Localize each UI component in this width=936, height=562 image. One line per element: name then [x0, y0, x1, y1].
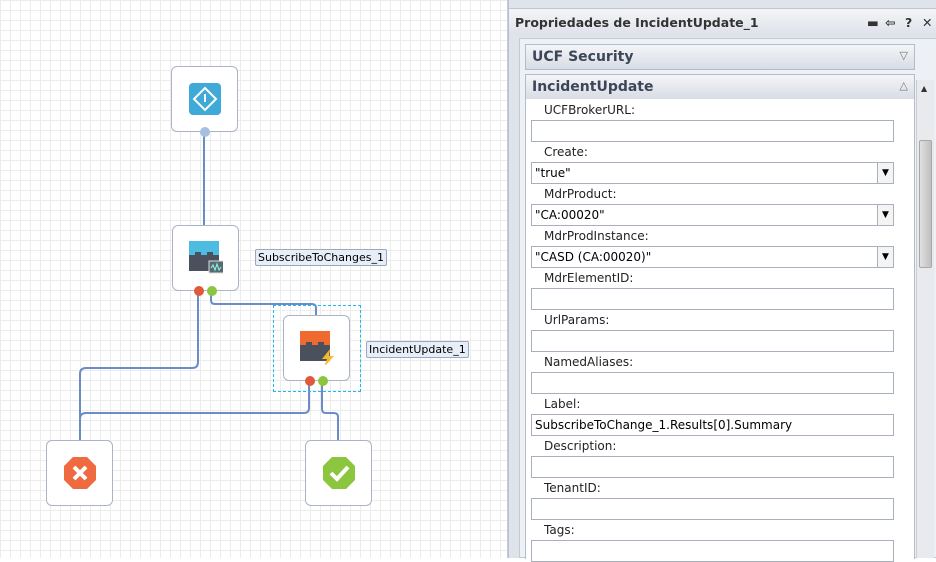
- field-label-urlparams: UrlParams:: [544, 313, 610, 327]
- field-label-mdrelementid: MdrElementID:: [544, 271, 634, 285]
- subscribe-operator-icon: [189, 241, 223, 274]
- output-port[interactable]: [200, 127, 210, 137]
- panel-title: Propriedades de IncidentUpdate_1: [515, 15, 759, 30]
- field-value: SubscribeToChange_1.Results[0].Summary: [535, 418, 793, 432]
- mdrproduct-select[interactable]: "CA:00020" ▼: [531, 204, 894, 226]
- wire-subscribe-fail: [79, 292, 199, 440]
- create-select[interactable]: "true" ▼: [531, 162, 894, 184]
- update-operator-icon: [300, 331, 334, 365]
- field-label-namedaliases: NamedAliases:: [544, 355, 634, 369]
- help-icon[interactable]: ?: [905, 15, 912, 30]
- failure-stop-node[interactable]: [46, 440, 113, 506]
- subscribe-node[interactable]: [172, 225, 239, 296]
- field-label-tags: Tags:: [544, 523, 575, 537]
- field-value: "CASD (CA:00020)": [535, 250, 652, 264]
- mdrelementid-input[interactable]: [531, 288, 894, 310]
- close-icon[interactable]: ✕: [922, 15, 932, 30]
- urlparams-input[interactable]: [531, 330, 894, 352]
- field-label-mdrprodinstance: MdrProdInstance:: [544, 229, 649, 243]
- scroll-up-icon[interactable]: ▲: [921, 84, 927, 93]
- field-label-create: Create:: [544, 145, 588, 159]
- mdrprodinstance-select[interactable]: "CASD (CA:00020)" ▼: [531, 246, 894, 268]
- incident-update-node[interactable]: [283, 315, 350, 386]
- panel-title-bar: Propriedades de IncidentUpdate_1 ▬ ⇦ ? ✕: [509, 8, 936, 36]
- section-ucf-security[interactable]: UCF Security ▽: [525, 44, 915, 70]
- label-input[interactable]: SubscribeToChange_1.Results[0].Summary: [531, 414, 894, 436]
- chevron-down-icon: ▽: [899, 49, 908, 62]
- incident-update-form: UCFBrokerURL: Create: "true" ▼ MdrProduct: "C…: [525, 99, 915, 562]
- node-label: SubscribeToChanges_1: [255, 249, 387, 266]
- chevron-up-icon: △: [899, 79, 908, 92]
- success-port[interactable]: [207, 286, 217, 296]
- success-port[interactable]: [318, 376, 328, 386]
- namedaliases-input[interactable]: [531, 372, 894, 394]
- dropdown-arrow-icon[interactable]: ▼: [877, 247, 893, 267]
- pin-icon[interactable]: ⇦: [885, 15, 895, 30]
- panel-body: UCF Security ▽ IncidentUpdate △ UCFBrokerU…: [519, 38, 936, 562]
- section-incident-update[interactable]: IncidentUpdate △: [525, 74, 915, 100]
- start-node[interactable]: [171, 66, 238, 137]
- field-value: "CA:00020": [535, 208, 605, 222]
- minimize-icon[interactable]: ▬: [867, 15, 879, 30]
- description-input[interactable]: [531, 456, 894, 478]
- field-value: "true": [535, 166, 571, 180]
- scrollbar[interactable]: ▲: [916, 80, 934, 558]
- dropdown-arrow-icon[interactable]: ▼: [877, 163, 893, 183]
- field-label-description: Description:: [544, 439, 617, 453]
- fail-port[interactable]: [194, 286, 204, 296]
- section-title: UCF Security: [532, 49, 634, 65]
- node-label: IncidentUpdate_1: [366, 341, 469, 358]
- ucfbrokerurl-input[interactable]: [531, 120, 894, 142]
- dropdown-arrow-icon[interactable]: ▼: [877, 205, 893, 225]
- start-diamond-icon: [189, 83, 221, 115]
- workflow-canvas[interactable]: SubscribeToChanges_1 IncidentUpdate_1: [0, 0, 508, 558]
- fail-port[interactable]: [305, 376, 315, 386]
- success-stop-node[interactable]: [305, 440, 372, 506]
- field-label-ucfbrokerurl: UCFBrokerURL:: [544, 103, 635, 117]
- tags-input[interactable]: [531, 540, 894, 562]
- field-label-mdrproduct: MdrProduct:: [544, 187, 617, 201]
- field-label-label: Label:: [544, 397, 581, 411]
- failure-x-icon: [64, 457, 96, 489]
- scrollbar-thumb[interactable]: [919, 140, 932, 268]
- properties-panel: Propriedades de IncidentUpdate_1 ▬ ⇦ ? ✕…: [508, 0, 936, 562]
- section-title: IncidentUpdate: [532, 79, 654, 95]
- field-label-tenantid: TenantID:: [544, 481, 601, 495]
- tenantid-input[interactable]: [531, 498, 894, 520]
- success-check-icon: [323, 457, 355, 489]
